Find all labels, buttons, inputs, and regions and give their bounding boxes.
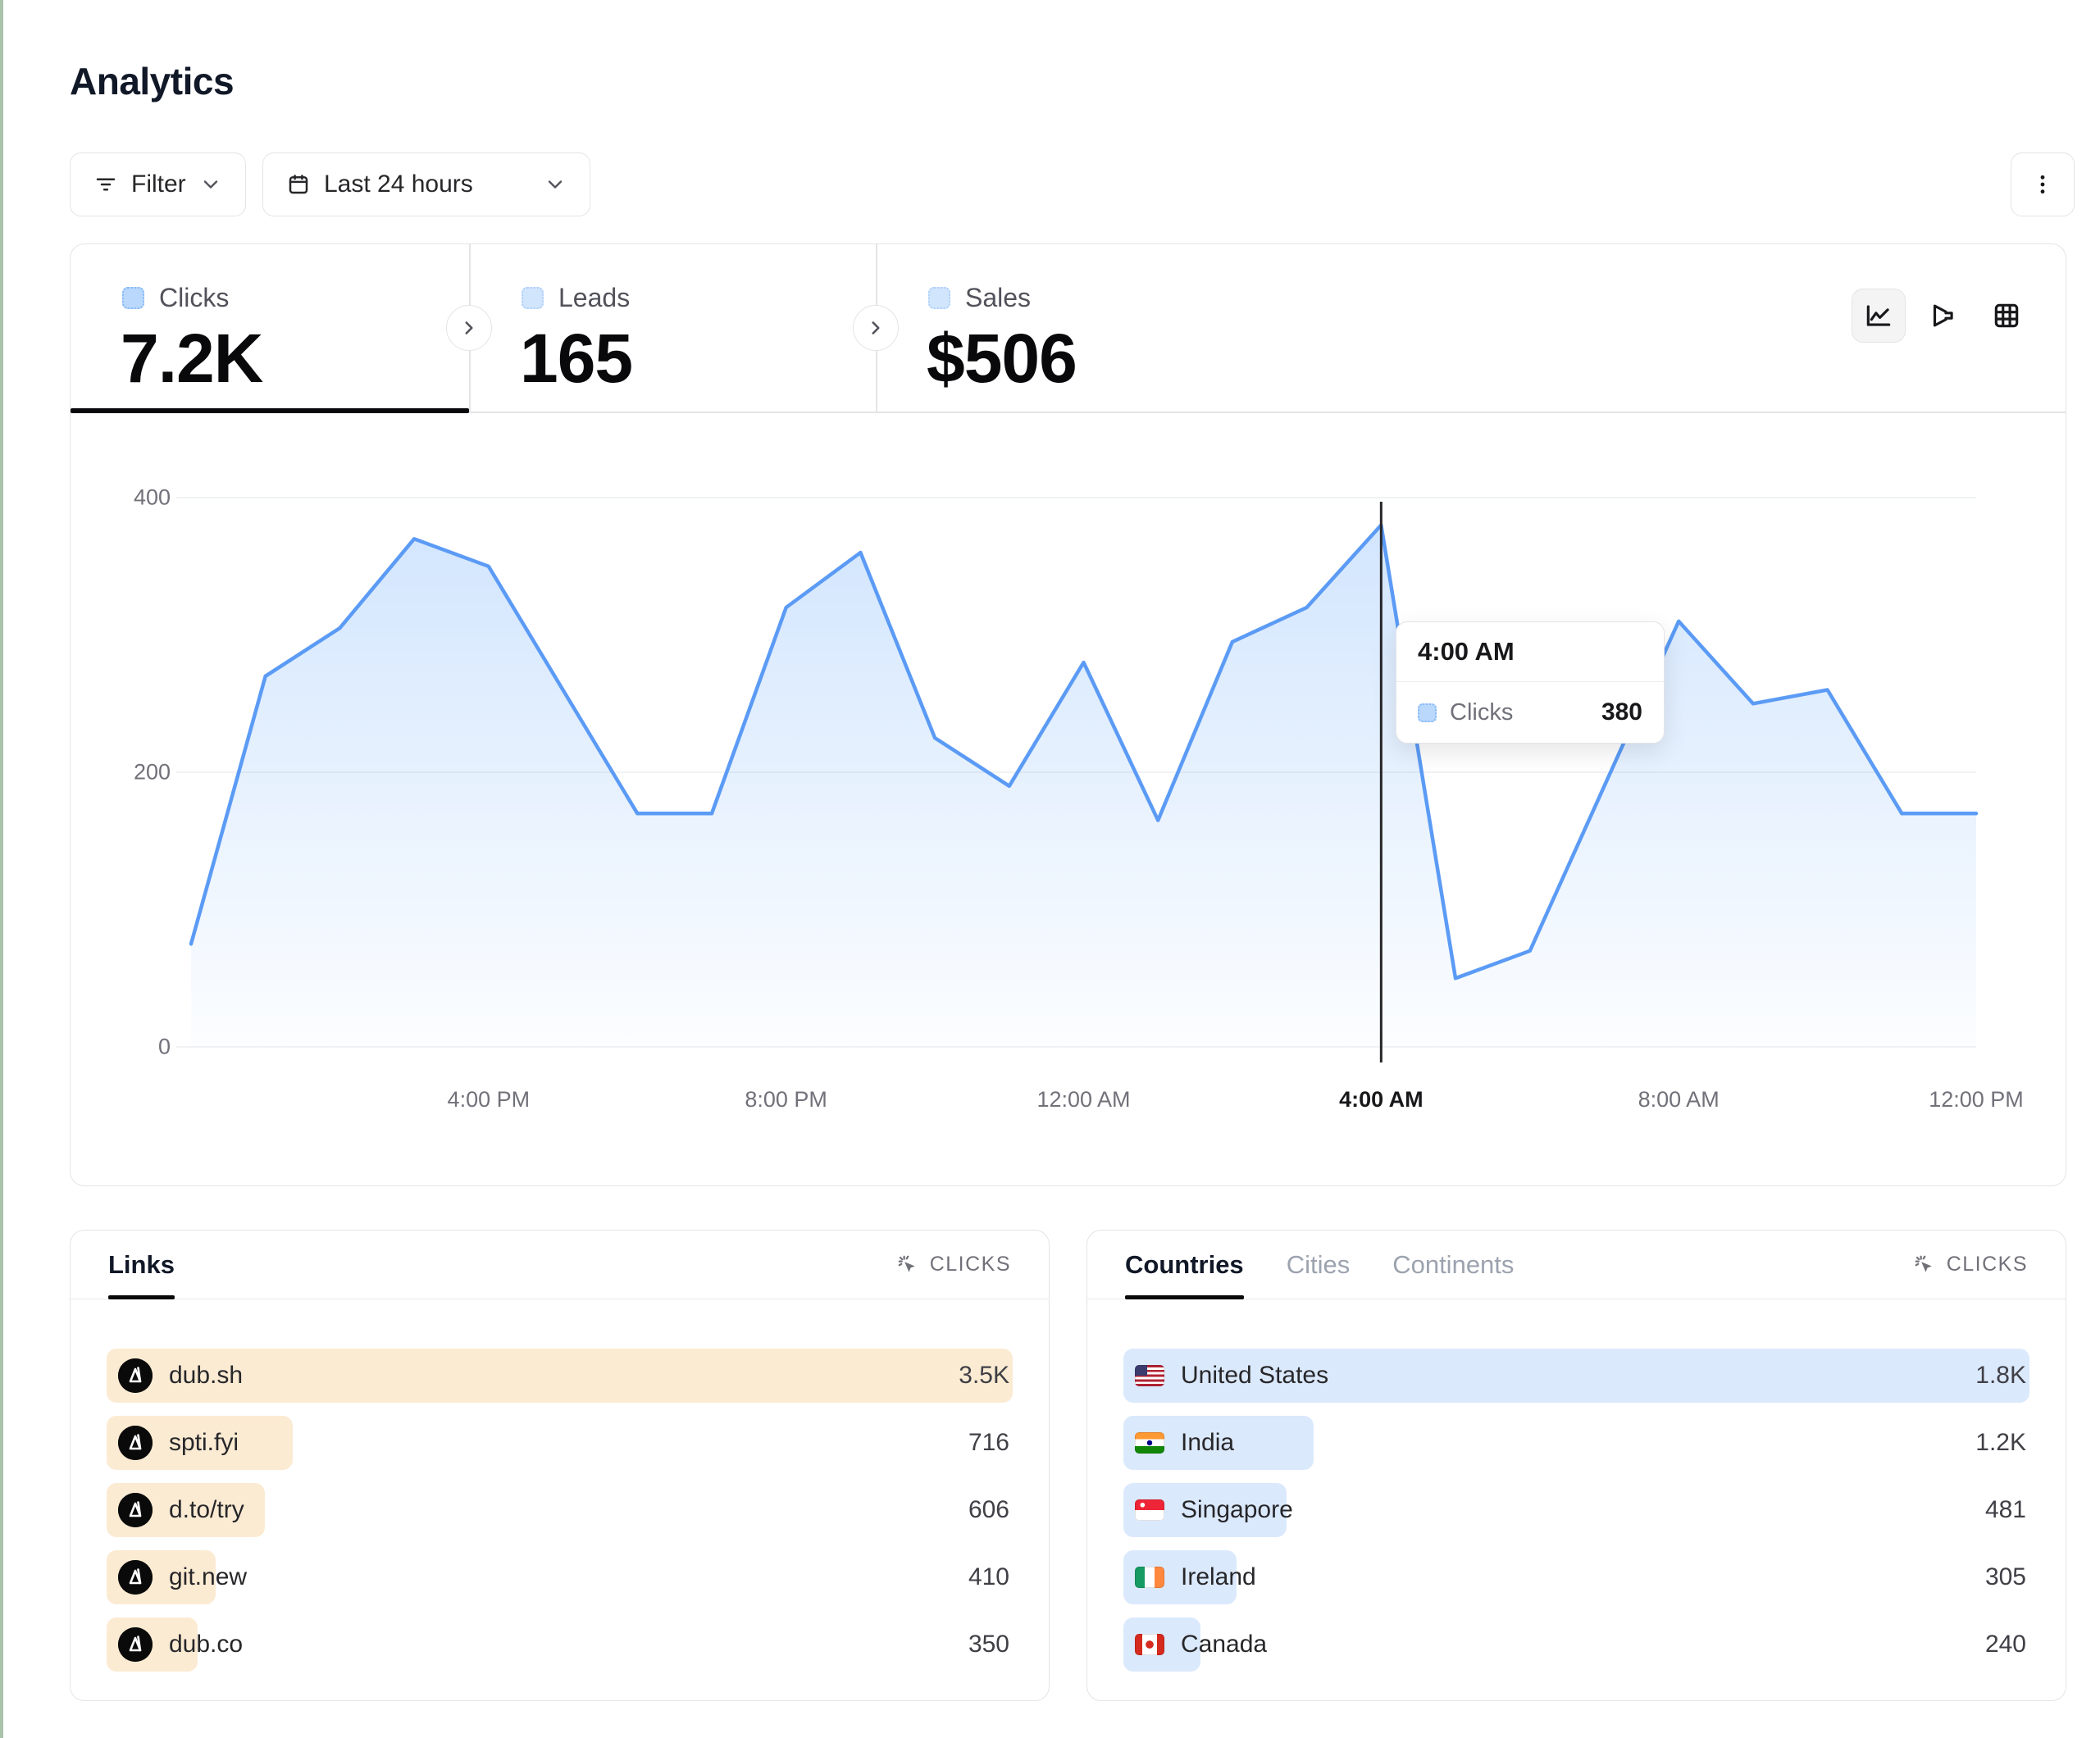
chevron-down-icon — [199, 173, 222, 196]
cursor-click-icon — [1912, 1253, 1937, 1277]
tooltip-value: 380 — [1601, 698, 1642, 726]
row-label: spti.fyi — [169, 1429, 239, 1457]
date-range-label: Last 24 hours — [324, 171, 473, 198]
link-row-git.new[interactable]: git.new 410 — [107, 1550, 1013, 1604]
flag-us-icon — [1135, 1365, 1164, 1386]
x-tick-label: 12:00 PM — [1886, 1087, 2066, 1112]
clicks-series-chip — [122, 287, 144, 309]
cursor-click-icon — [895, 1253, 920, 1277]
row-label: dub.co — [169, 1631, 243, 1658]
expand-sales-button[interactable] — [853, 305, 899, 351]
stat-value: 165 — [520, 319, 632, 398]
country-row-ireland[interactable]: Ireland 305 — [1123, 1550, 2029, 1604]
sales-series-chip — [928, 287, 950, 309]
country-row-singapore[interactable]: Singapore 481 — [1123, 1483, 2029, 1537]
date-range-button[interactable]: Last 24 hours — [262, 152, 590, 216]
table-view-button[interactable] — [1979, 289, 2034, 343]
stat-label: Clicks — [159, 283, 229, 313]
page-title: Analytics — [70, 59, 234, 103]
row-clicks-value: 3.5K — [959, 1349, 1009, 1403]
links-panel: Links CLICKS dub.sh 3.5K spti.fyi 716 d.to/t… — [70, 1230, 1050, 1701]
clicks-column-label: CLICKS — [1947, 1253, 2028, 1276]
y-tick-label: 0 — [72, 1035, 171, 1060]
chart-tooltip: 4:00 AM Clicks 380 — [1396, 621, 1665, 744]
tab-cities[interactable]: Cities — [1287, 1231, 1351, 1299]
link-row-dub.co[interactable]: dub.co 350 — [107, 1617, 1013, 1672]
leads-series-chip — [522, 287, 544, 309]
y-tick-label: 400 — [72, 485, 171, 511]
country-row-canada[interactable]: Canada 240 — [1123, 1617, 2029, 1672]
row-label: India — [1181, 1429, 1234, 1457]
row-label: Singapore — [1181, 1496, 1293, 1524]
dub-logo-icon — [118, 1560, 153, 1595]
stat-tab-clicks[interactable]: Clicks 7.2K — [70, 243, 469, 412]
link-row-dub.sh[interactable]: dub.sh 3.5K — [107, 1349, 1013, 1403]
line-chart-icon — [1863, 300, 1894, 331]
dub-logo-icon — [118, 1493, 153, 1527]
row-clicks-value: 350 — [968, 1617, 1009, 1672]
x-tick-label: 8:00 PM — [696, 1087, 877, 1112]
stat-tab-sales[interactable]: Sales $506 — [876, 243, 1286, 412]
row-clicks-value: 606 — [968, 1483, 1009, 1537]
filter-button[interactable]: Filter — [70, 152, 246, 216]
stat-value: 7.2K — [121, 319, 262, 398]
x-tick-label: 12:00 AM — [994, 1087, 1174, 1112]
kebab-menu-icon — [2029, 171, 2056, 198]
row-clicks-value: 1.8K — [1975, 1349, 2026, 1403]
clicks-series-chip — [1418, 703, 1437, 722]
country-row-united-states[interactable]: United States 1.8K — [1123, 1349, 2029, 1403]
active-stat-underline — [71, 408, 469, 413]
x-tick-label: 4:00 AM — [1291, 1087, 1471, 1112]
row-label: United States — [1181, 1362, 1328, 1390]
stat-label: Leads — [558, 283, 630, 313]
tab-links[interactable]: Links — [108, 1231, 175, 1299]
flag-sg-icon — [1135, 1499, 1164, 1521]
stat-tab-leads[interactable]: Leads 165 — [469, 243, 876, 412]
x-tick-label: 8:00 AM — [1588, 1087, 1769, 1112]
link-row-spti.fyi[interactable]: spti.fyi 716 — [107, 1416, 1013, 1470]
chevron-down-icon — [544, 173, 567, 196]
expand-leads-button[interactable] — [446, 305, 492, 351]
row-label: Canada — [1181, 1631, 1267, 1658]
funnel-view-button[interactable] — [1916, 289, 1970, 343]
row-clicks-value: 410 — [968, 1550, 1009, 1604]
flag-ie-icon — [1135, 1567, 1164, 1588]
line-chart-view-button[interactable] — [1852, 289, 1906, 343]
window-edge-accent — [0, 0, 3, 1738]
dub-logo-icon — [118, 1426, 153, 1460]
row-clicks-value: 240 — [1985, 1617, 2026, 1672]
row-label: Ireland — [1181, 1563, 1256, 1591]
x-tick-label: 4:00 PM — [399, 1087, 579, 1112]
row-clicks-value: 481 — [1985, 1483, 2026, 1537]
tooltip-time: 4:00 AM — [1396, 622, 1664, 682]
tab-countries[interactable]: Countries — [1125, 1231, 1244, 1299]
funnel-chart-icon — [1927, 300, 1958, 331]
flag-ca-icon — [1135, 1634, 1164, 1655]
more-options-button[interactable] — [2011, 152, 2075, 216]
filter-button-label: Filter — [131, 171, 186, 198]
tab-continents[interactable]: Continents — [1392, 1231, 1514, 1299]
dub-logo-icon — [118, 1358, 153, 1393]
row-label: dub.sh — [169, 1362, 243, 1390]
tooltip-metric: Clicks — [1450, 699, 1513, 726]
link-row-d.to/try[interactable]: d.to/try 606 — [107, 1483, 1013, 1537]
table-grid-icon — [1991, 300, 2022, 331]
row-label: d.to/try — [169, 1496, 244, 1524]
y-tick-label: 200 — [72, 760, 171, 785]
country-row-india[interactable]: India 1.2K — [1123, 1416, 2029, 1470]
row-clicks-value: 1.2K — [1975, 1416, 2026, 1470]
dub-logo-icon — [118, 1627, 153, 1662]
row-clicks-value: 716 — [968, 1416, 1009, 1470]
stat-label: Sales — [965, 283, 1031, 313]
row-label: git.new — [169, 1563, 247, 1591]
geo-panel: Countries Cities Continents CLICKS Unite… — [1086, 1230, 2066, 1701]
flag-in-icon — [1135, 1432, 1164, 1454]
clicks-column-label: CLICKS — [930, 1253, 1011, 1276]
row-clicks-value: 305 — [1985, 1550, 2026, 1604]
calendar-icon — [286, 172, 311, 197]
stat-value: $506 — [927, 319, 1077, 398]
filter-icon — [93, 172, 118, 197]
